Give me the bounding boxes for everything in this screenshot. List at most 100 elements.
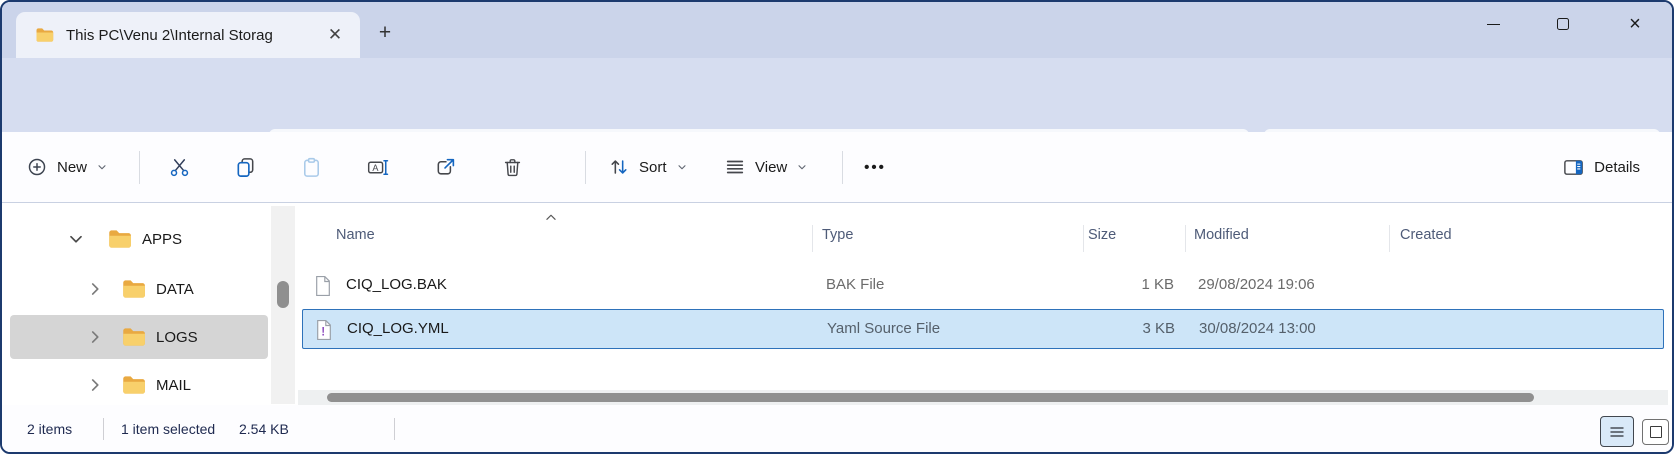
file-row-ciq-log-yml-selected[interactable]: ! CIQ_LOG.YML Yaml Source File 3 KB 30/0… (302, 309, 1664, 349)
svg-text:!: ! (321, 325, 325, 338)
scissors-icon (168, 156, 191, 179)
icons-view-toggle[interactable] (1642, 419, 1669, 445)
sidebar-item-label: LOGS (156, 329, 198, 346)
chevron-down-icon (96, 161, 108, 173)
sidebar-item-apps[interactable]: APPS (10, 217, 268, 261)
chevron-down-icon[interactable] (65, 228, 87, 250)
new-button-label: New (57, 159, 87, 176)
status-bar: 2 items 1 item selected 2.54 KB (2, 405, 1672, 454)
status-divider (394, 418, 395, 440)
selection-count: 1 item selected (121, 421, 215, 437)
file-modified: 29/08/2024 19:06 (1198, 276, 1315, 293)
folder-icon (120, 372, 146, 398)
view-button-label: View (755, 159, 787, 176)
column-header-type[interactable]: Type (822, 227, 853, 243)
folder-icon (120, 324, 146, 350)
sidebar-item-label: MAIL (156, 377, 191, 394)
folder-icon (120, 276, 146, 302)
sidebar-item-label: DATA (156, 281, 194, 298)
sidebar-item-logs-selected[interactable]: LOGS (10, 315, 268, 359)
details-pane-button[interactable]: Details (1552, 147, 1650, 187)
horizontal-scrollbar[interactable] (298, 390, 1668, 405)
column-header-created[interactable]: Created (1400, 227, 1452, 243)
file-row-ciq-log-bak[interactable]: CIQ_LOG.BAK BAK File 1 KB 29/08/2024 19:… (302, 266, 1664, 306)
trash-icon (501, 156, 524, 179)
column-divider[interactable] (1389, 225, 1390, 252)
sort-icon (608, 156, 630, 178)
column-divider[interactable] (812, 225, 813, 252)
chevron-down-icon (796, 161, 808, 173)
chevron-right-icon[interactable] (84, 326, 106, 348)
explorer-tab[interactable]: This PC\Venu 2\Internal Storag ✕ (16, 12, 360, 58)
minimize-icon (1487, 24, 1500, 25)
maximize-icon (1557, 18, 1569, 30)
close-icon: ✕ (328, 25, 342, 45)
maximize-button[interactable] (1540, 8, 1586, 40)
chevron-right-icon[interactable] (84, 278, 106, 300)
ellipsis-icon: ••• (864, 159, 886, 176)
yaml-file-icon: ! (315, 319, 333, 341)
main-area: APPS DATA LOGS (2, 203, 1672, 406)
share-icon (434, 156, 457, 179)
new-button[interactable]: New (16, 147, 118, 187)
status-divider (103, 418, 104, 440)
close-icon: × (1629, 14, 1641, 34)
plus-circle-icon (26, 156, 48, 178)
new-tab-button[interactable]: + (370, 18, 400, 48)
sort-button[interactable]: Sort (598, 147, 698, 187)
column-divider[interactable] (1185, 225, 1186, 252)
details-pane-icon (1562, 156, 1585, 179)
file-type: Yaml Source File (827, 320, 940, 337)
view-button[interactable]: View (714, 147, 818, 187)
column-divider[interactable] (1083, 225, 1084, 252)
file-size: 3 KB (1059, 320, 1175, 337)
file-list: Name Type Size Modified Created CIQ_LOG.… (298, 203, 1670, 406)
view-list-icon (724, 156, 746, 178)
sort-button-label: Sort (639, 159, 667, 176)
folder-icon (34, 25, 54, 45)
details-button-label: Details (1594, 159, 1640, 176)
file-icon (314, 275, 332, 297)
delete-button[interactable] (491, 147, 533, 187)
copy-icon (234, 156, 257, 179)
navigation-bar: › This PC › Venu 2 › Internal Storage › … (2, 58, 1672, 132)
scrollbar-thumb[interactable] (327, 393, 1534, 402)
file-explorer-window: This PC\Venu 2\Internal Storag ✕ + × (0, 0, 1674, 454)
icons-view-icon (1650, 426, 1662, 438)
file-modified: 30/08/2024 13:00 (1199, 320, 1316, 337)
column-header-size[interactable]: Size (1088, 227, 1116, 243)
more-options-button[interactable]: ••• (854, 147, 896, 187)
share-button[interactable] (424, 147, 466, 187)
file-type: BAK File (826, 276, 884, 293)
sidebar-scrollbar[interactable] (271, 206, 295, 404)
rename-button[interactable]: A (356, 147, 398, 187)
column-header-name[interactable]: Name (336, 227, 375, 243)
close-window-button[interactable]: × (1612, 8, 1658, 40)
minimize-button[interactable] (1470, 8, 1516, 40)
chevron-right-icon[interactable] (84, 374, 106, 396)
sort-ascending-icon (544, 212, 558, 222)
toolbar-divider (139, 151, 140, 184)
toolbar-divider (585, 151, 586, 184)
sidebar-item-data[interactable]: DATA (10, 267, 268, 311)
clipboard-icon (300, 156, 323, 179)
sidebar-item-mail[interactable]: MAIL (10, 363, 268, 407)
file-name: CIQ_LOG.BAK (346, 276, 447, 293)
plus-icon: + (379, 21, 391, 45)
cut-button[interactable] (158, 147, 200, 187)
details-view-icon (1609, 425, 1625, 439)
scrollbar-thumb[interactable] (277, 281, 289, 308)
column-header-modified[interactable]: Modified (1194, 227, 1249, 243)
file-size: 1 KB (1058, 276, 1174, 293)
tab-bar: This PC\Venu 2\Internal Storag ✕ + × (2, 2, 1672, 58)
rename-icon: A (366, 156, 389, 179)
file-name: CIQ_LOG.YML (347, 320, 449, 337)
svg-text:A: A (372, 162, 379, 172)
item-count: 2 items (27, 421, 72, 437)
sidebar-item-label: APPS (142, 231, 182, 248)
tab-close-button[interactable]: ✕ (322, 22, 348, 48)
paste-button[interactable] (290, 147, 332, 187)
details-view-toggle-active[interactable] (1600, 416, 1634, 447)
copy-button[interactable] (224, 147, 266, 187)
folder-icon (106, 226, 132, 252)
